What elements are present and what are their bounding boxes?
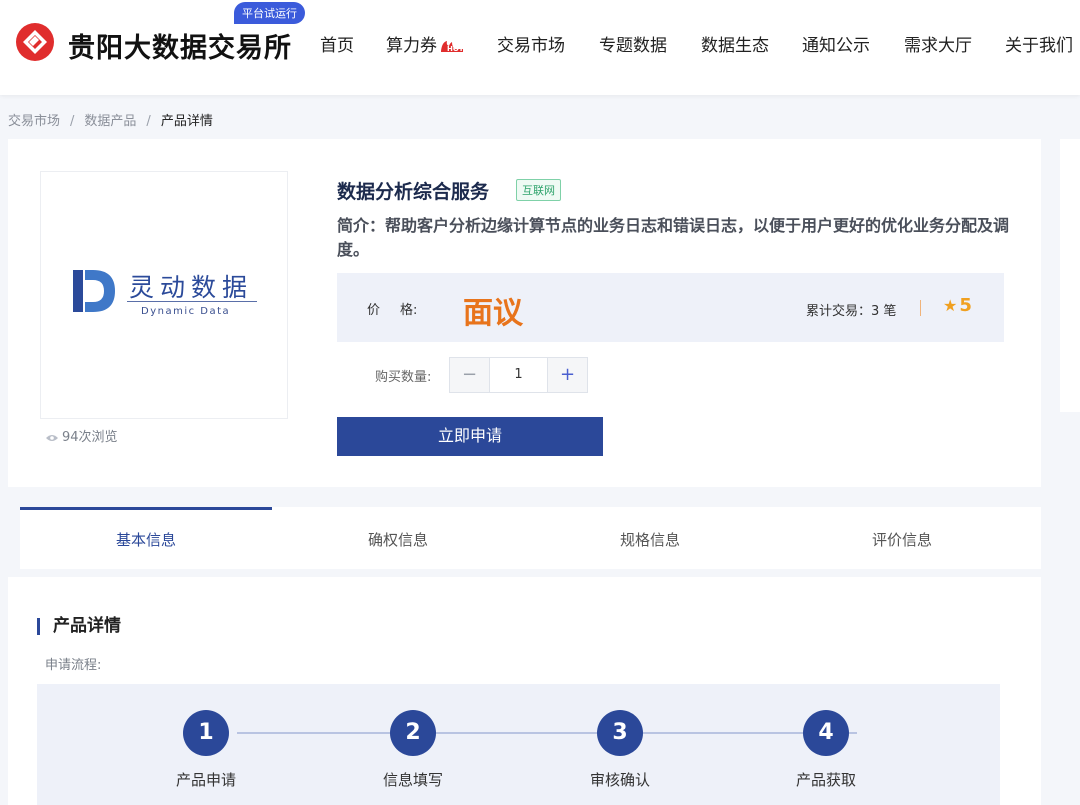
dynamic-data-logo-icon [73,270,115,312]
step-label: 信息填写 [382,771,443,789]
breadcrumb-separator: / [146,114,151,129]
quantity-stepper: − 1 + [449,357,588,393]
trial-badge: 平台试运行 [234,2,305,24]
tab-reviews[interactable]: 评价信息 [776,507,1028,569]
nav-item-notices[interactable]: 通知公示 [802,31,870,56]
hot-text: HOT [447,45,464,53]
logo-english-name: Dynamic Data [141,306,231,317]
nav-item-demand-hall[interactable]: 需求大厅 [904,31,972,56]
step-number: 2 [390,710,436,756]
application-flow: 1 产品申请 2 信息填写 3 审核确认 4 产品获取 [37,684,1000,805]
price-panel: 价 格: 面议 累计交易：3 笔 ★ 5 [337,273,1004,342]
product-image: 灵动数据 Dynamic Data [40,171,288,419]
nav-item-market[interactable]: 交易市场 [497,31,565,56]
tab-ownership-info[interactable]: 确权信息 [272,507,524,569]
step-number: 1 [183,710,229,756]
quantity-input[interactable]: 1 [490,358,547,392]
price-label-part1: 价 [367,303,381,318]
tab-spec-info[interactable]: 规格信息 [524,507,776,569]
product-title: 数据分析综合服务 [337,181,490,203]
price-value: 面议 [463,296,523,331]
increment-button[interactable]: + [547,358,587,392]
flow-label: 申请流程: [45,658,102,673]
hot-icon: HOT [441,41,464,53]
site-logo-text[interactable]: 贵阳大数据交易所 [68,26,292,65]
view-count-text: 94次浏览 [62,430,118,445]
logo-chinese-name: 灵动数据 [129,273,254,302]
product-detail-section: 产品详情 申请流程: 1 产品申请 2 信息填写 3 审核确认 4 产品获取 [8,577,1041,805]
eye-icon [46,434,58,441]
breadcrumb-separator: / [70,114,75,129]
site-header: 贵阳大数据交易所 平台试运行 首页 算力券 HOT 交易市场 专题数据 数据生态… [0,0,1080,95]
divider [920,300,921,316]
nav-item-label: 算力券 [386,36,437,56]
step-number: 3 [597,710,643,756]
rating: ★ 5 [943,295,972,316]
nav-item-topic-data[interactable]: 专题数据 [599,31,667,56]
apply-now-button[interactable]: 立即申请 [337,417,603,456]
view-count: 94次浏览 [46,426,118,445]
price-label: 价 格: [367,299,417,318]
product-card: 灵动数据 Dynamic Data 94次浏览 数据分析综合服务 互联网 简介：… [8,139,1041,487]
breadcrumb: 交易市场 / 数据产品 / 产品详情 [8,110,213,129]
category-tag: 互联网 [516,179,561,201]
tab-basic-info[interactable]: 基本信息 [20,507,272,569]
price-label-part2: 格: [400,303,418,318]
logo-icon[interactable] [15,22,55,62]
breadcrumb-current: 产品详情 [160,114,213,129]
star-icon: ★ [943,296,958,315]
section-title: 产品详情 [37,618,121,635]
nav-item-ecosystem[interactable]: 数据生态 [701,31,769,56]
flow-connector [237,732,857,734]
step-label: 产品获取 [795,771,856,789]
decrement-button[interactable]: − [450,358,490,392]
logo-divider [127,301,257,302]
step-number: 4 [803,710,849,756]
rating-value: 5 [959,295,972,316]
nav-item-compute-voucher[interactable]: 算力券 HOT [386,31,465,56]
breadcrumb-market[interactable]: 交易市场 [8,114,60,129]
step-label: 审核确认 [589,771,650,789]
step-label: 产品申请 [175,771,236,789]
nav-item-about[interactable]: 关于我们 [1005,31,1073,56]
nav-item-home[interactable]: 首页 [320,31,354,56]
trade-count: 累计交易：3 笔 [806,304,897,319]
quantity-label: 购买数量: [375,370,432,385]
detail-tabs: 基本信息 确权信息 规格信息 评价信息 [20,507,1041,569]
side-panel [1060,139,1080,412]
breadcrumb-data-products[interactable]: 数据产品 [84,114,136,129]
product-intro: 简介：帮助客户分析边缘计算节点的业务日志和错误日志，以便于用户更好的优化业务分配… [337,216,1010,259]
